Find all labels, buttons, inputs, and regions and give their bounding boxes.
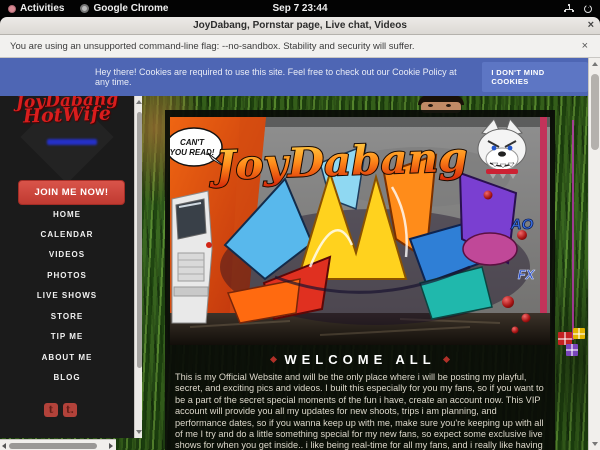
wall-tag-fx: FX [518,267,536,282]
join-button[interactable]: JOIN ME NOW! [18,180,125,205]
window-title: JoyDabang, Pornstar page, Live chat, Vid… [193,20,407,31]
cookie-banner: Hey there! Cookies are required to use t… [0,58,588,96]
main-vertical-scrollbar[interactable] [588,58,600,450]
gift-box-art [566,344,578,356]
sidebar-horizontal-scrollbar-thumb[interactable] [9,443,97,449]
sidebar-link[interactable] [47,139,97,145]
sidebar-item-photos[interactable]: PHOTOS [0,271,134,280]
welcome-heading: WELCOME ALL [165,352,555,367]
scroll-up-icon[interactable] [136,100,142,104]
main-vertical-scrollbar-thumb[interactable] [591,74,599,150]
sidebar-item-about-me[interactable]: ABOUT ME [0,353,134,362]
cookie-message: Hey there! Cookies are required to use t… [0,67,472,87]
hero-image: AO FX [170,117,550,345]
sidebar-vertical-scrollbar-thumb[interactable] [137,112,142,368]
twitter-icon[interactable]: t [44,403,58,417]
sidebar-item-videos[interactable]: VIDEOS [0,250,134,259]
sidebar-item-calendar[interactable]: CALENDAR [0,230,134,239]
cookie-accept-button[interactable]: I DON'T MIND COOKIES [482,62,588,92]
sidebar-item-home[interactable]: HOME [0,210,134,219]
sidebar: JoyDabang HotWife JOIN ME NOW! HOME CALE… [0,96,134,438]
truck-art [172,191,212,323]
background-accent-line [572,120,574,340]
scroll-right-icon[interactable] [109,443,113,449]
app-menu-button[interactable]: Google Chrome [72,0,176,17]
scroll-up-icon[interactable] [592,62,598,66]
activities-button[interactable]: Activities [0,0,72,17]
app-menu-label: Google Chrome [93,3,168,14]
infobar-close-icon[interactable]: × [582,40,600,52]
welcome-paragraph: This is my Official Website and will be … [175,372,545,450]
sidebar-item-tip-me[interactable]: TIP ME [0,332,134,341]
logo-line-2: HotWife [0,104,134,128]
sidebar-horizontal-scrollbar[interactable] [0,439,116,450]
diamond-icon [270,356,277,363]
gift-box-art [573,328,585,339]
browser-viewport: AO FX [0,58,600,450]
diamond-icon [443,356,450,363]
window-close-icon[interactable]: × [588,19,594,32]
scroll-down-icon[interactable] [592,442,598,446]
sidebar-item-blog[interactable]: BLOG [0,373,134,382]
chrome-icon [80,4,89,13]
wall-tag-ao: AO [510,216,534,233]
social-links: t t. [44,403,77,417]
bubble-text-1: CAN'T [180,138,205,147]
chrome-infobar: You are using an unsupported command-lin… [0,35,600,58]
bubble-text-2: YOU READ! [170,148,215,157]
infobar-message: You are using an unsupported command-lin… [0,41,415,52]
tumblr-icon[interactable]: t. [63,403,77,417]
activities-label: Activities [20,3,64,14]
scroll-down-icon[interactable] [136,430,142,434]
power-icon[interactable] [584,5,592,13]
hero-title: JoyDabang [207,134,468,190]
activities-indicator-icon [8,5,16,13]
scroll-left-icon[interactable] [2,443,6,449]
site-logo: JoyDabang HotWife [0,96,134,125]
system-tray [564,4,600,13]
window-titlebar: JoyDabang, Pornstar page, Live chat, Vid… [0,17,600,35]
network-icon[interactable] [564,4,574,13]
gnome-top-bar: Activities Google Chrome Sep 7 23:44 [0,0,600,17]
welcome-heading-text: WELCOME ALL [284,352,435,367]
content-panel: AO FX [165,110,555,450]
sidebar-vertical-scrollbar[interactable] [134,96,142,438]
sidebar-item-store[interactable]: STORE [0,312,134,321]
sidebar-item-live-shows[interactable]: LIVE SHOWS [0,291,134,300]
